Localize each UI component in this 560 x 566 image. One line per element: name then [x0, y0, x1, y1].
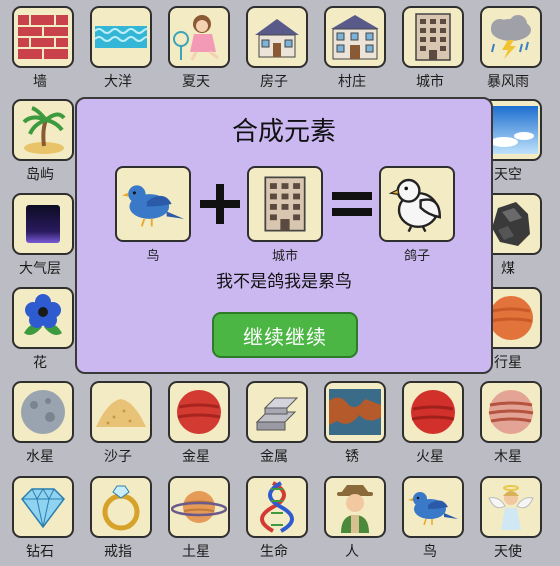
element-saturn[interactable]: 土星 — [157, 470, 235, 563]
combine-dialog: 合成元素 鸟 城市 鸽子 我不是鸽我是累鸟 继续继续 — [75, 97, 493, 374]
city-icon — [264, 176, 306, 232]
element-human[interactable]: 人 — [313, 470, 391, 563]
ocean-icon — [90, 6, 152, 68]
element-label: 生命 — [260, 544, 288, 560]
sand-icon — [90, 381, 152, 443]
element-label: 钻石 — [26, 544, 54, 560]
ingredient-label: 城市 — [271, 249, 298, 264]
venus-icon — [168, 381, 230, 443]
result-label: 鸽子 — [403, 249, 430, 264]
element-wall[interactable]: 墙 — [1, 0, 79, 93]
element-label: 鸟 — [423, 544, 437, 560]
element-label: 暴风雨 — [487, 74, 529, 90]
element-island[interactable]: 岛屿 — [1, 93, 79, 186]
result-message: 我不是鸽我是累鸟 — [216, 272, 352, 292]
equals-icon — [329, 184, 375, 224]
element-ocean[interactable]: 大洋 — [79, 0, 157, 93]
element-label: 岛屿 — [26, 167, 54, 183]
element-label: 水星 — [26, 449, 54, 465]
bird-icon — [122, 185, 184, 227]
element-label: 金星 — [182, 449, 210, 465]
element-ring[interactable]: 戒指 — [79, 470, 157, 563]
element-label: 城市 — [416, 74, 444, 90]
element-angel[interactable]: 天使 — [469, 470, 547, 563]
angel-icon — [480, 476, 542, 538]
house-icon — [246, 6, 308, 68]
summer-icon — [168, 6, 230, 68]
dialog-title: 合成元素 — [231, 117, 336, 147]
ingredient-card-bird — [115, 166, 191, 242]
metal-icon — [246, 381, 308, 443]
element-atmosphere[interactable]: 大气层 — [1, 187, 79, 280]
element-mars[interactable]: 火星 — [391, 375, 469, 468]
element-label: 戒指 — [104, 544, 132, 560]
element-label: 房子 — [260, 74, 288, 90]
element-bird[interactable]: 鸟 — [391, 470, 469, 563]
ingredient-card-city — [247, 166, 323, 242]
element-diamond[interactable]: 钻石 — [1, 470, 79, 563]
plus-icon — [197, 184, 243, 224]
diamond-icon — [12, 476, 74, 538]
city-icon — [402, 6, 464, 68]
element-village[interactable]: 村庄 — [313, 0, 391, 93]
element-rust[interactable]: 锈 — [313, 375, 391, 468]
element-sand[interactable]: 沙子 — [79, 375, 157, 468]
element-label: 夏天 — [182, 74, 210, 90]
element-label: 木星 — [494, 449, 522, 465]
element-label: 锈 — [345, 449, 359, 465]
element-venus[interactable]: 金星 — [157, 375, 235, 468]
mars-icon — [402, 381, 464, 443]
element-jupiter[interactable]: 木星 — [469, 375, 547, 468]
element-label: 墙 — [33, 74, 47, 90]
dna-icon — [246, 476, 308, 538]
ring-icon — [90, 476, 152, 538]
element-label: 大气层 — [19, 261, 61, 277]
wall-icon — [12, 6, 74, 68]
mercury-icon — [12, 381, 74, 443]
atmosphere-icon — [12, 193, 74, 255]
element-label: 火星 — [416, 449, 444, 465]
saturn-icon — [168, 476, 230, 538]
element-label: 天使 — [494, 544, 522, 560]
human-icon — [324, 476, 386, 538]
element-label: 人 — [345, 544, 359, 560]
element-house[interactable]: 房子 — [235, 0, 313, 93]
bird-icon — [402, 476, 464, 538]
element-mercury[interactable]: 水星 — [1, 375, 79, 468]
pigeon-icon — [388, 178, 442, 233]
village-icon — [324, 6, 386, 68]
element-summer[interactable]: 夏天 — [157, 0, 235, 93]
storm-icon — [480, 6, 542, 68]
element-city[interactable]: 城市 — [391, 0, 469, 93]
element-label: 金属 — [260, 449, 288, 465]
continue-button[interactable]: 继续继续 — [212, 312, 358, 358]
element-storm[interactable]: 暴风雨 — [469, 0, 547, 93]
element-life[interactable]: 生命 — [235, 470, 313, 563]
element-label: 大洋 — [104, 74, 132, 90]
flower-icon — [12, 287, 74, 349]
rust-icon — [324, 381, 386, 443]
element-metal[interactable]: 金属 — [235, 375, 313, 468]
result-card-pigeon — [379, 166, 455, 242]
element-label: 沙子 — [104, 449, 132, 465]
element-label: 花 — [33, 355, 47, 371]
ingredient-label: 鸟 — [146, 249, 160, 264]
element-label: 土星 — [182, 544, 210, 560]
element-label: 村庄 — [338, 74, 366, 90]
jupiter-icon — [480, 381, 542, 443]
island-icon — [12, 99, 74, 161]
element-flower[interactable]: 花 — [1, 281, 79, 374]
